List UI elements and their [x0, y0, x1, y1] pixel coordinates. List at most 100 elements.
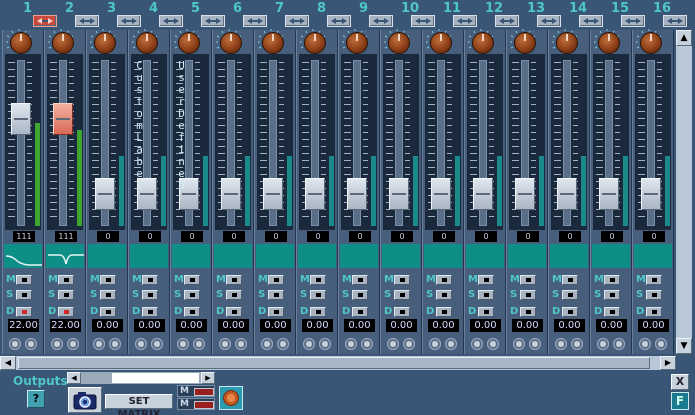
trim-knob[interactable]: [94, 32, 116, 54]
help-button[interactable]: ?: [27, 390, 45, 408]
eq-curve-button[interactable]: [214, 244, 252, 268]
indicator-icon[interactable]: [571, 338, 583, 350]
mute-button[interactable]: [352, 275, 368, 285]
delay-readout[interactable]: 0.00: [257, 319, 293, 332]
indicator-icon[interactable]: [555, 338, 567, 350]
eq-curve-button[interactable]: [256, 244, 294, 268]
delay-readout[interactable]: 0.00: [425, 319, 461, 332]
set-matrix-button[interactable]: SET MATRIX: [105, 394, 173, 415]
mute-button[interactable]: [436, 275, 452, 285]
indicator-icon[interactable]: [445, 338, 457, 350]
solo-button[interactable]: [520, 290, 536, 300]
link-button[interactable]: [33, 15, 57, 27]
solo-button[interactable]: [436, 290, 452, 300]
close-button[interactable]: X: [671, 374, 689, 390]
mute-button[interactable]: [58, 275, 74, 285]
eq-curve-button[interactable]: [592, 244, 630, 268]
link-button[interactable]: [537, 15, 561, 27]
indicator-icon[interactable]: [319, 338, 331, 350]
trim-knob[interactable]: [10, 32, 32, 54]
delay-button[interactable]: [58, 307, 74, 317]
solo-button[interactable]: [58, 290, 74, 300]
solo-button[interactable]: [646, 290, 662, 300]
delay-readout[interactable]: 0.00: [383, 319, 419, 332]
indicator-icon[interactable]: [67, 338, 79, 350]
indicator-icon[interactable]: [193, 338, 205, 350]
delay-readout[interactable]: 22.00: [5, 319, 41, 332]
eq-curve-button[interactable]: [424, 244, 462, 268]
trim-knob[interactable]: [178, 32, 200, 54]
horizontal-scrollbar[interactable]: ◀ ▶: [0, 356, 676, 370]
mute-button[interactable]: [310, 275, 326, 285]
trim-knob[interactable]: [220, 32, 242, 54]
delay-button[interactable]: [478, 307, 494, 317]
indicator-icon[interactable]: [219, 338, 231, 350]
trim-knob[interactable]: [598, 32, 620, 54]
indicator-icon[interactable]: [487, 338, 499, 350]
link-button[interactable]: [495, 15, 519, 27]
eq-curve-button[interactable]: [550, 244, 588, 268]
delay-button[interactable]: [16, 307, 32, 317]
eq-curve-button[interactable]: [172, 244, 210, 268]
slider-field[interactable]: [112, 373, 199, 383]
trim-knob[interactable]: [388, 32, 410, 54]
trim-knob[interactable]: [640, 32, 662, 54]
mute-button[interactable]: [520, 275, 536, 285]
solo-button[interactable]: [604, 290, 620, 300]
solo-button[interactable]: [16, 290, 32, 300]
eq-curve-button[interactable]: [382, 244, 420, 268]
m-button-bottom[interactable]: M: [177, 398, 215, 410]
f-button[interactable]: F: [671, 392, 689, 410]
indicator-icon[interactable]: [277, 338, 289, 350]
fader-thumb[interactable]: [11, 102, 31, 135]
solo-button[interactable]: [394, 290, 410, 300]
solo-button[interactable]: [310, 290, 326, 300]
trim-knob[interactable]: [514, 32, 536, 54]
fader-thumb[interactable]: [431, 177, 451, 210]
solo-button[interactable]: [478, 290, 494, 300]
mute-button[interactable]: [604, 275, 620, 285]
indicator-icon[interactable]: [529, 338, 541, 350]
trim-knob[interactable]: [346, 32, 368, 54]
eq-curve-button[interactable]: [46, 244, 84, 268]
trim-knob[interactable]: [304, 32, 326, 54]
trim-knob[interactable]: [430, 32, 452, 54]
mute-button[interactable]: [562, 275, 578, 285]
delay-readout[interactable]: 22.00: [47, 319, 83, 332]
indicator-icon[interactable]: [303, 338, 315, 350]
fader-thumb[interactable]: [599, 177, 619, 210]
delay-readout[interactable]: 0.00: [635, 319, 671, 332]
solo-button[interactable]: [352, 290, 368, 300]
output-slider[interactable]: ◀ ▶: [67, 372, 215, 384]
fader-thumb[interactable]: [53, 102, 73, 135]
indicator-icon[interactable]: [639, 338, 651, 350]
delay-button[interactable]: [184, 307, 200, 317]
delay-readout[interactable]: 0.00: [593, 319, 629, 332]
mute-button[interactable]: [268, 275, 284, 285]
indicator-icon[interactable]: [403, 338, 415, 350]
mute-button[interactable]: [646, 275, 662, 285]
indicator-icon[interactable]: [177, 338, 189, 350]
delay-button[interactable]: [310, 307, 326, 317]
mute-button[interactable]: [394, 275, 410, 285]
scroll-down-arrow-icon[interactable]: ▼: [676, 338, 692, 354]
fader-track[interactable]: [17, 60, 25, 226]
delay-button[interactable]: [394, 307, 410, 317]
delay-button[interactable]: [646, 307, 662, 317]
indicator-icon[interactable]: [151, 338, 163, 350]
fader-thumb[interactable]: [263, 177, 283, 210]
indicator-icon[interactable]: [51, 338, 63, 350]
m-button-top[interactable]: M: [177, 385, 215, 397]
trim-knob[interactable]: [262, 32, 284, 54]
eq-curve-button[interactable]: [4, 244, 42, 268]
link-button[interactable]: [75, 15, 99, 27]
indicator-icon[interactable]: [135, 338, 147, 350]
solo-button[interactable]: [142, 290, 158, 300]
link-button[interactable]: [327, 15, 351, 27]
fader-thumb[interactable]: [347, 177, 367, 210]
fader-thumb[interactable]: [389, 177, 409, 210]
fader-thumb[interactable]: [515, 177, 535, 210]
mute-button[interactable]: [478, 275, 494, 285]
delay-button[interactable]: [562, 307, 578, 317]
eq-curve-button[interactable]: [466, 244, 504, 268]
